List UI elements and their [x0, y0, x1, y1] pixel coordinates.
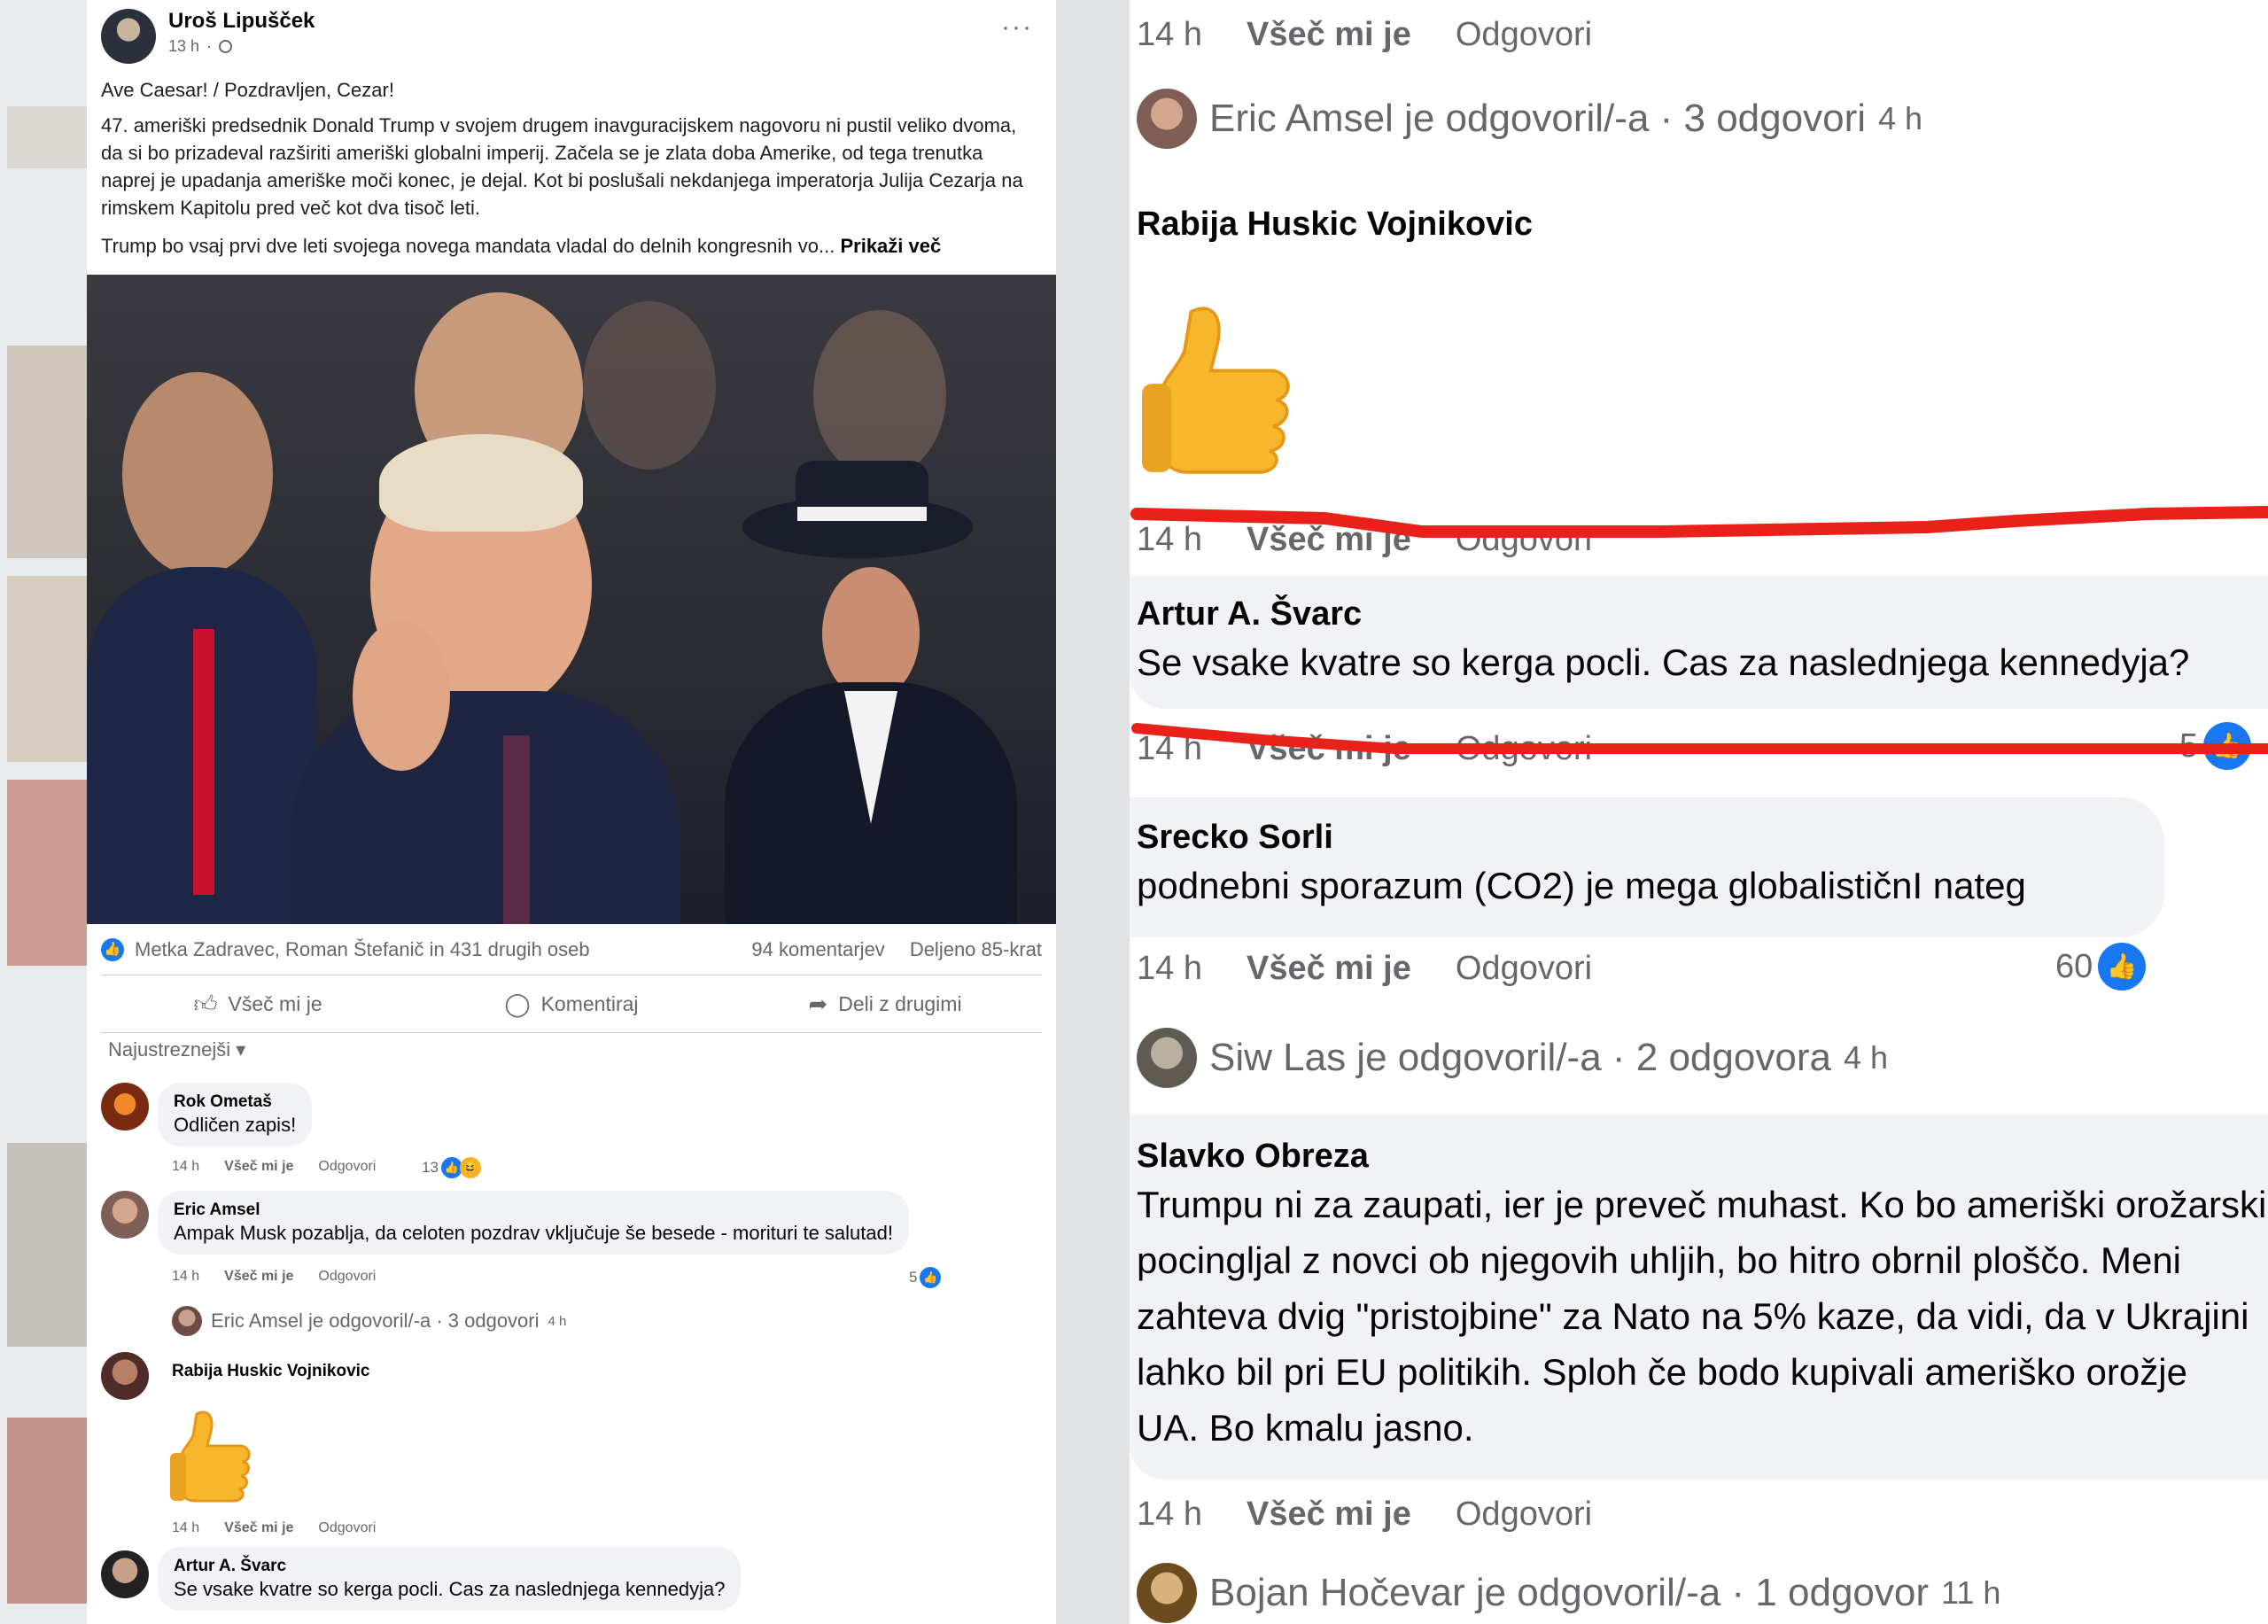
comment-reply-link[interactable]: Odgovori	[318, 1269, 376, 1285]
photo-tie	[193, 629, 214, 895]
photo-figure	[122, 372, 273, 576]
comment-text: Ampak Musk pozablja, da celoten pozdrav …	[174, 1222, 893, 1244]
photo-figure	[822, 567, 920, 700]
photo-figure	[583, 301, 716, 470]
comment-meta: 14 h Všeč mi je Odgovori	[172, 1269, 376, 1285]
comment-avatar[interactable]	[101, 1550, 149, 1598]
comment-bubble: Rabija Huskic Vojnikovic	[172, 1361, 370, 1382]
post-greeting: Ave Caesar! / Pozdravljen, Cezar!	[101, 79, 394, 101]
background-feed-column	[1056, 0, 1130, 1624]
reaction-count: 5	[909, 1269, 918, 1286]
thumbs-up-emoji-icon	[170, 1405, 252, 1507]
post-actions: 👍︎ Všeč mi je ◯ Komentiraj ➦ Deli z drug…	[101, 975, 1042, 1033]
background-feed-item	[7, 780, 87, 966]
post-photo[interactable]	[87, 275, 1056, 924]
reactions-summary[interactable]: Metka Zadravec, Roman Štefanič in 431 dr…	[135, 938, 590, 961]
photo-hat	[796, 461, 928, 532]
photo-tie	[503, 735, 530, 924]
share-icon: ➦	[808, 990, 828, 1017]
comment-reactions[interactable]: 13 👍 😆	[422, 1157, 481, 1178]
comment-text: Odličen zapis!	[174, 1114, 297, 1136]
globe-icon	[219, 40, 233, 53]
photo-hand	[353, 620, 450, 771]
comment-author[interactable]: Eric Amsel	[174, 1200, 893, 1221]
share-button-label: Deli z drugimi	[838, 991, 962, 1015]
comment-icon: ◯	[504, 990, 531, 1017]
comment-meta: 14 h Všeč mi je Odgovori	[172, 1520, 376, 1536]
post-body-continued: Trump bo vsaj prvi dve leti svojega nove…	[101, 232, 1040, 260]
comment-bubble: Artur A. Švarc Se vsake kvatre so kerga …	[158, 1547, 742, 1611]
view-replies-link[interactable]: Eric Amsel je odgovoril/-a · 3 odgovori …	[172, 1306, 566, 1336]
background-feed-item	[7, 106, 87, 168]
chevron-down-icon: ▾	[236, 1038, 246, 1061]
background-feed-item	[7, 576, 87, 762]
comment-avatar[interactable]	[101, 1352, 149, 1400]
like-button-label: Všeč mi je	[228, 991, 322, 1015]
post-meta: 13 h ·	[168, 37, 233, 56]
right-screenshot-panel: 14 h Všeč mi je Odgovori Eric Amsel je o…	[1130, 0, 2268, 1624]
haha-reaction-icon: 😆	[459, 1157, 481, 1178]
comment-reactions[interactable]: 5 👍	[909, 1267, 942, 1288]
post-body-truncated: Trump bo vsaj prvi dve leti svojega nove…	[101, 235, 835, 257]
comment-reply-link[interactable]: Odgovori	[318, 1520, 376, 1536]
comment-time[interactable]: 14 h	[172, 1159, 199, 1175]
background-feed-item	[7, 1418, 87, 1604]
author-avatar[interactable]	[101, 9, 156, 64]
comment-sort-dropdown[interactable]: Najustreznejši ▾	[108, 1038, 245, 1061]
like-reaction-icon: 👍	[920, 1267, 942, 1288]
photo-figure	[813, 310, 946, 478]
comment-button-label: Komentiraj	[540, 991, 639, 1015]
facebook-post: Uroš Lipušček 13 h · ··· Ave Caesar! / P…	[87, 0, 1056, 1624]
comment-time[interactable]: 14 h	[172, 1520, 199, 1536]
view-replies-age: 4 h	[548, 1313, 567, 1329]
comment-text: Se vsake kvatre so kerga pocli. Cas za n…	[174, 1578, 726, 1600]
comment-bubble: Eric Amsel Ampak Musk pozablja, da celot…	[158, 1191, 909, 1255]
comment-avatar[interactable]	[101, 1083, 149, 1131]
comment-time[interactable]: 14 h	[172, 1269, 199, 1285]
comment-author[interactable]: Rabija Huskic Vojnikovic	[172, 1361, 370, 1382]
red-strike-line	[1131, 723, 2268, 754]
view-replies-text: Eric Amsel je odgovoril/-a · 3 odgovori	[211, 1309, 540, 1332]
reaction-count: 13	[422, 1159, 439, 1176]
photo-hair	[379, 434, 583, 532]
comment-author[interactable]: Rok Ometaš	[174, 1092, 296, 1113]
red-strike-annotations	[1130, 506, 2268, 754]
comment-bubble: Rok Ometaš Odličen zapis!	[158, 1083, 313, 1146]
comment-like-link[interactable]: Všeč mi je	[224, 1520, 293, 1536]
see-more-link[interactable]: Prikaži več	[840, 235, 941, 257]
share-button[interactable]: ➦ Deli z drugimi	[728, 975, 1042, 1032]
more-options-icon[interactable]: ···	[1001, 14, 1033, 41]
comment-like-link[interactable]: Všeč mi je	[224, 1269, 293, 1285]
comments-count[interactable]: 94 komentarjev	[751, 938, 884, 961]
thumbs-up-icon: 👍︎	[193, 990, 218, 1017]
post-stats: 👍 Metka Zadravec, Roman Štefanič in 431 …	[101, 935, 1042, 967]
photo-hat-band	[797, 507, 927, 521]
red-strike-line	[1130, 506, 2268, 538]
comment-author[interactable]: Artur A. Švarc	[174, 1556, 725, 1577]
comment-sort-label: Najustreznejši	[108, 1038, 231, 1061]
comment-button[interactable]: ◯ Komentiraj	[415, 975, 728, 1032]
post-body: 47. ameriški predsednik Donald Trump v s…	[101, 114, 1023, 219]
comment-avatar[interactable]	[101, 1191, 149, 1239]
background-feed-item	[7, 1143, 87, 1347]
comment-reply-link[interactable]: Odgovori	[318, 1159, 376, 1175]
reply-avatar	[172, 1306, 202, 1336]
left-screenshot-panel: Uroš Lipušček 13 h · ··· Ave Caesar! / P…	[0, 0, 1130, 1624]
shares-count[interactable]: Deljeno 85-krat	[910, 938, 1042, 961]
like-button[interactable]: 👍︎ Všeč mi je	[101, 975, 415, 1032]
comment-like-link[interactable]: Všeč mi je	[224, 1159, 293, 1175]
comment-meta: 14 h Všeč mi je Odgovori	[172, 1159, 376, 1175]
post-time[interactable]: 13 h	[168, 37, 199, 56]
background-feed-item	[7, 346, 87, 558]
like-reaction-icon: 👍	[101, 938, 124, 961]
post-author-name[interactable]: Uroš Lipušček	[168, 9, 315, 34]
photo-suit	[291, 691, 680, 924]
